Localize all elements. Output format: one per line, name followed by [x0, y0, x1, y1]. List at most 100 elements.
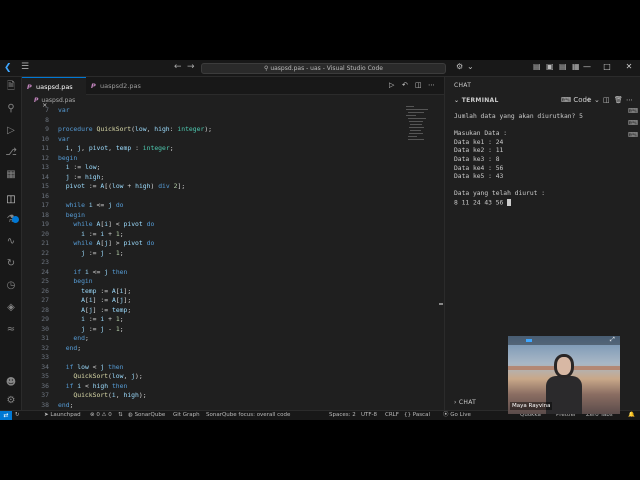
code-line[interactable]: 22 j := j - 1;	[22, 249, 442, 259]
code-line[interactable]: 14 j := high;	[22, 173, 442, 183]
remote-explorer-icon[interactable]: ◫	[5, 194, 17, 206]
notifications-bell-icon[interactable]: 🔔	[628, 411, 635, 420]
golive-item[interactable]: ⦿ Go Live	[443, 411, 471, 420]
forward-arrow-icon[interactable]: →	[187, 62, 195, 72]
code-line[interactable]: 38 end;	[22, 401, 442, 411]
chevron-down-icon[interactable]: ⌄	[467, 62, 474, 71]
tab-uaspsd[interactable]: P uaspsd.pas ×	[22, 77, 86, 109]
minimap[interactable]	[406, 106, 436, 146]
back-arrow-icon[interactable]: ←	[174, 62, 182, 72]
chevron-down-icon[interactable]: ⌄	[594, 96, 600, 104]
toggle-primary-sidebar-icon[interactable]: ▤	[533, 62, 541, 71]
errors-count: 0	[96, 412, 100, 418]
close-window-button[interactable]: ✕	[622, 62, 636, 71]
timeline-icon[interactable]: ◷	[5, 280, 17, 292]
code-line[interactable]: 11 i, j, pivot, temp : integer;	[22, 144, 442, 154]
run-icon[interactable]: ▷	[389, 81, 394, 89]
menu-icon[interactable]: ☰	[21, 62, 29, 72]
search-icon[interactable]: ⚲	[5, 103, 17, 115]
chat-footer-header[interactable]: › CHAT	[454, 399, 476, 406]
code-line[interactable]: 19 while A[i] < pivot do	[22, 220, 442, 230]
terminal-header[interactable]: ⌄ TERMINAL	[454, 97, 499, 104]
terminal-instance-icon[interactable]: ⌨	[628, 119, 638, 128]
sonarqube-icon[interactable]: ∿	[5, 236, 17, 248]
open-changes-icon[interactable]: ↶	[402, 81, 408, 89]
code-line[interactable]: 36 if i < high then	[22, 382, 442, 392]
code-line[interactable]: 37 QuickSort(i, high);	[22, 391, 442, 401]
breadcrumb[interactable]: Puaspsd.pas	[22, 95, 444, 106]
code-line[interactable]: 12 begin	[22, 154, 442, 164]
code-line[interactable]: 25 begin	[22, 277, 442, 287]
breadcrumb-file[interactable]: uaspsd.pas	[41, 97, 75, 104]
scrollbar-marker[interactable]	[439, 303, 443, 305]
explorer-icon[interactable]: 🗎	[5, 81, 17, 93]
code-line[interactable]: 8	[22, 116, 442, 126]
code-line[interactable]: 20 i := i + 1;	[22, 230, 442, 240]
copilot-icon[interactable]: ⚙	[456, 62, 463, 71]
minimize-button[interactable]: —	[580, 62, 594, 71]
expand-icon[interactable]: ⤢	[610, 336, 615, 344]
more-actions-icon[interactable]: ⋯	[626, 96, 633, 104]
quokka-icon[interactable]: ◈	[5, 302, 17, 314]
maximize-button[interactable]: □	[600, 62, 614, 71]
code-line[interactable]: 18 begin	[22, 211, 442, 221]
new-terminal-icon[interactable]: +	[586, 96, 592, 104]
code-line[interactable]: 9 procedure QuickSort(low, high: integer)…	[22, 125, 442, 135]
code-line[interactable]: 16	[22, 192, 442, 202]
encoding-item[interactable]: UTF-8	[361, 411, 377, 420]
sync-icon[interactable]: ↻	[15, 411, 20, 420]
webcam-toolbar	[508, 336, 620, 345]
docker-icon[interactable]: ≈	[5, 324, 17, 336]
code-editor[interactable]: 7 var 8 9 procedure QuickSort(low, high: int…	[22, 106, 444, 410]
sonarqube-item[interactable]: ◍ SonarQube	[128, 411, 165, 420]
line-number: 9	[45, 125, 49, 133]
indentation-item[interactable]: Spaces: 2	[329, 411, 356, 420]
git-graph-item[interactable]: Git Graph	[173, 411, 200, 420]
more-actions-icon[interactable]: ⋯	[428, 81, 435, 89]
code-line[interactable]: 29 i := i + 1;	[22, 315, 442, 325]
toggle-secondary-sidebar-icon[interactable]: ▤	[559, 62, 567, 71]
tab-uaspsd2[interactable]: P uaspsd2.pas	[86, 77, 156, 95]
settings-gear-icon[interactable]: ⚙	[5, 395, 17, 407]
code-line[interactable]: 34 if low < j then	[22, 363, 442, 373]
ports-icon[interactable]: ⇅	[118, 411, 123, 420]
live-share-icon[interactable]: ↻	[5, 258, 17, 270]
code-line[interactable]: 21 while A[j] > pivot do	[22, 239, 442, 249]
terminal-instance-icon[interactable]: ⌨	[628, 131, 638, 140]
language-mode-item[interactable]: {} Pascal	[404, 411, 430, 420]
split-editor-icon[interactable]: ◫	[415, 81, 422, 89]
remote-indicator-icon[interactable]: ⇄	[0, 411, 12, 420]
code-line[interactable]: 27 A[i] := A[j];	[22, 296, 442, 306]
launchpad-item[interactable]: ➤ Launchpad	[44, 411, 81, 420]
extensions-icon[interactable]: ▦	[5, 169, 17, 181]
toggle-panel-icon[interactable]: ▣	[546, 62, 554, 71]
split-terminal-icon[interactable]: ◫	[603, 96, 610, 104]
customize-layout-icon[interactable]: ▦	[572, 62, 580, 71]
eol-item[interactable]: CRLF	[385, 411, 399, 420]
code-line[interactable]: 10 var	[22, 135, 442, 145]
run-debug-icon[interactable]: ▷	[5, 125, 17, 137]
code-line[interactable]: 30 j := j - 1;	[22, 325, 442, 335]
code-line[interactable]: 23	[22, 258, 442, 268]
line-number: 32	[41, 343, 49, 352]
code-line[interactable]: 13 i := low;	[22, 163, 442, 173]
terminal-instance-icon[interactable]: ⌨	[628, 107, 638, 116]
code-line[interactable]: 28 A[j] := temp;	[22, 306, 442, 316]
code-line[interactable]: 17 while i <= j do	[22, 201, 442, 211]
code-line[interactable]: 26 temp := A[i];	[22, 287, 442, 297]
source-control-icon[interactable]: ⎇	[5, 147, 17, 159]
code-line[interactable]: 7 var	[22, 106, 442, 116]
account-icon[interactable]: ☻	[5, 377, 17, 389]
sonar-focus-item[interactable]: SonarQube focus: overall code	[206, 411, 290, 420]
code-line[interactable]: 24 if i <= j then	[22, 268, 442, 278]
problems-indicator[interactable]: ⊗ 0 ⚠ 0	[90, 411, 112, 420]
code-line[interactable]: 31 end;	[22, 334, 442, 344]
code-line[interactable]: 15 pivot := A[(low + high) div 2];	[22, 182, 442, 192]
code-line[interactable]: 32 end;	[22, 344, 442, 354]
command-center-search[interactable]: ⚲ uaspsd.pas - uas - Visual Studio Code	[201, 63, 446, 74]
code-line[interactable]: 35 QuickSort(low, j);	[22, 372, 442, 382]
terminal-output[interactable]: Jumlah data yang akan diurutkan? 5 Masuka…	[454, 113, 624, 208]
chat-header[interactable]: CHAT	[454, 82, 471, 89]
trash-icon[interactable]: 🗑	[614, 96, 623, 104]
code-line[interactable]: 33	[22, 353, 442, 363]
